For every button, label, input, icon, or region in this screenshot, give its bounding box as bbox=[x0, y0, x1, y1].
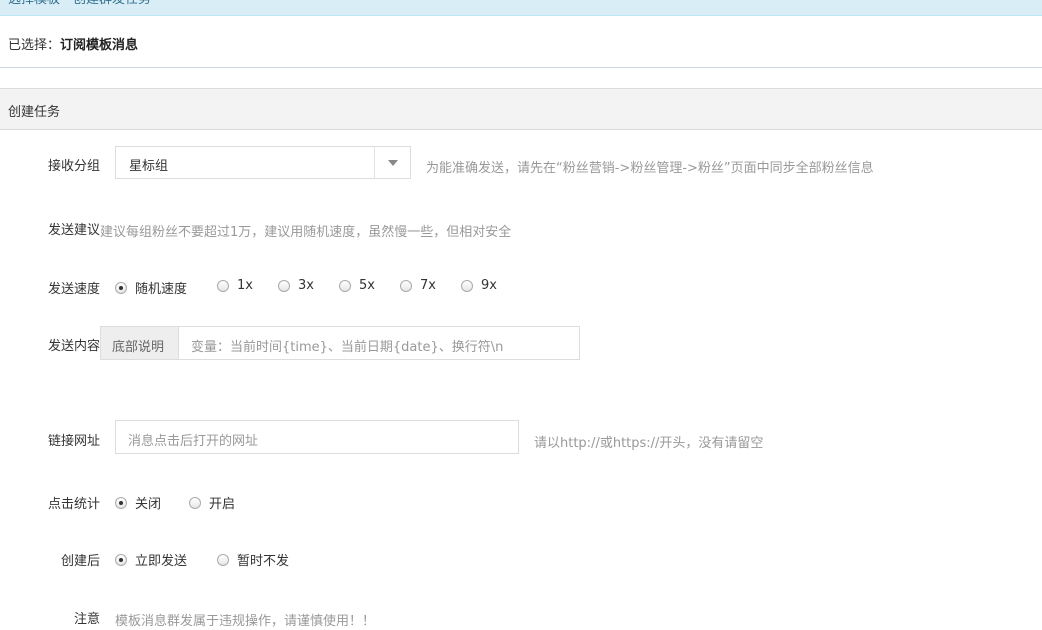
content-placeholder: 变量：当前时间{time}、当前日期{date}、换行符\n bbox=[191, 340, 504, 355]
radio-unchecked-icon[interactable] bbox=[217, 553, 229, 566]
radio-unchecked-icon[interactable] bbox=[339, 279, 351, 292]
link-hint: 请以http://或https://开头，没有请留空 bbox=[534, 436, 764, 451]
speed-option-7x[interactable]: 7x bbox=[400, 278, 436, 293]
speed-option-9x[interactable]: 9x bbox=[461, 278, 497, 293]
chevron-down-icon[interactable] bbox=[388, 160, 398, 166]
radio-checked-icon[interactable] bbox=[115, 553, 127, 566]
after-label: 创建后 bbox=[60, 554, 100, 569]
radio-unchecked-icon[interactable] bbox=[400, 279, 412, 292]
speed-option-random[interactable]: 随机速度 bbox=[115, 278, 187, 297]
speed-option-3x[interactable]: 3x bbox=[278, 278, 314, 293]
after-option-send-now[interactable]: 立即发送 bbox=[115, 550, 187, 569]
section-header: 创建任务 bbox=[0, 88, 1042, 130]
selected-template-name: 订阅模板消息 bbox=[60, 38, 139, 53]
section-title: 创建任务 bbox=[8, 105, 61, 120]
radio-checked-icon[interactable] bbox=[115, 496, 127, 509]
stats-option-off[interactable]: 关闭 bbox=[115, 493, 161, 512]
radio-unchecked-icon[interactable] bbox=[189, 496, 201, 509]
content-label: 发送内容 bbox=[47, 339, 100, 354]
selected-label: 已选择： bbox=[8, 38, 61, 53]
selected-template-row: 已选择：订阅模板消息 bbox=[0, 16, 1042, 68]
speed-option-5x[interactable]: 5x bbox=[339, 278, 375, 293]
content-addon: 底部说明 bbox=[100, 326, 179, 360]
suggest-label: 发送建议 bbox=[47, 223, 100, 238]
select-divider bbox=[374, 147, 375, 178]
speed-label: 发送速度 bbox=[47, 282, 100, 297]
radio-unchecked-icon[interactable] bbox=[461, 279, 473, 292]
after-option-hold[interactable]: 暂时不发 bbox=[217, 550, 289, 569]
link-placeholder: 消息点击后打开的网址 bbox=[128, 434, 259, 449]
breadcrumb: 选择模板 - 创建群发任务 bbox=[8, 0, 151, 8]
link-label: 链接网址 bbox=[47, 434, 100, 449]
group-select-value: 星标组 bbox=[129, 159, 169, 174]
radio-unchecked-icon[interactable] bbox=[278, 279, 290, 292]
stats-label: 点击统计 bbox=[47, 497, 100, 512]
speed-option-1x[interactable]: 1x bbox=[217, 278, 253, 293]
group-label: 接收分组 bbox=[47, 159, 100, 174]
stats-option-on[interactable]: 开启 bbox=[189, 493, 235, 512]
content-addon-label: 底部说明 bbox=[112, 340, 165, 355]
notice-text: 模板消息群发属于违规操作，请谨慎使用！！ bbox=[115, 614, 376, 629]
top-banner: 选择模板 - 创建群发任务 bbox=[0, 0, 1042, 16]
group-hint: 为能准确发送，请先在“粉丝营销->粉丝管理->粉丝”页面中同步全部粉丝信息 bbox=[426, 161, 874, 176]
radio-checked-icon[interactable] bbox=[115, 281, 127, 294]
suggest-text: 建议每组粉丝不要超过1万，建议用随机速度，虽然慢一些，但相对安全 bbox=[100, 225, 512, 240]
link-input[interactable]: 消息点击后打开的网址 bbox=[115, 420, 519, 454]
radio-unchecked-icon[interactable] bbox=[217, 279, 229, 292]
content-input[interactable]: 变量：当前时间{time}、当前日期{date}、换行符\n bbox=[178, 326, 580, 360]
group-select[interactable]: 星标组 bbox=[115, 146, 411, 179]
notice-label: 注意 bbox=[73, 612, 100, 627]
